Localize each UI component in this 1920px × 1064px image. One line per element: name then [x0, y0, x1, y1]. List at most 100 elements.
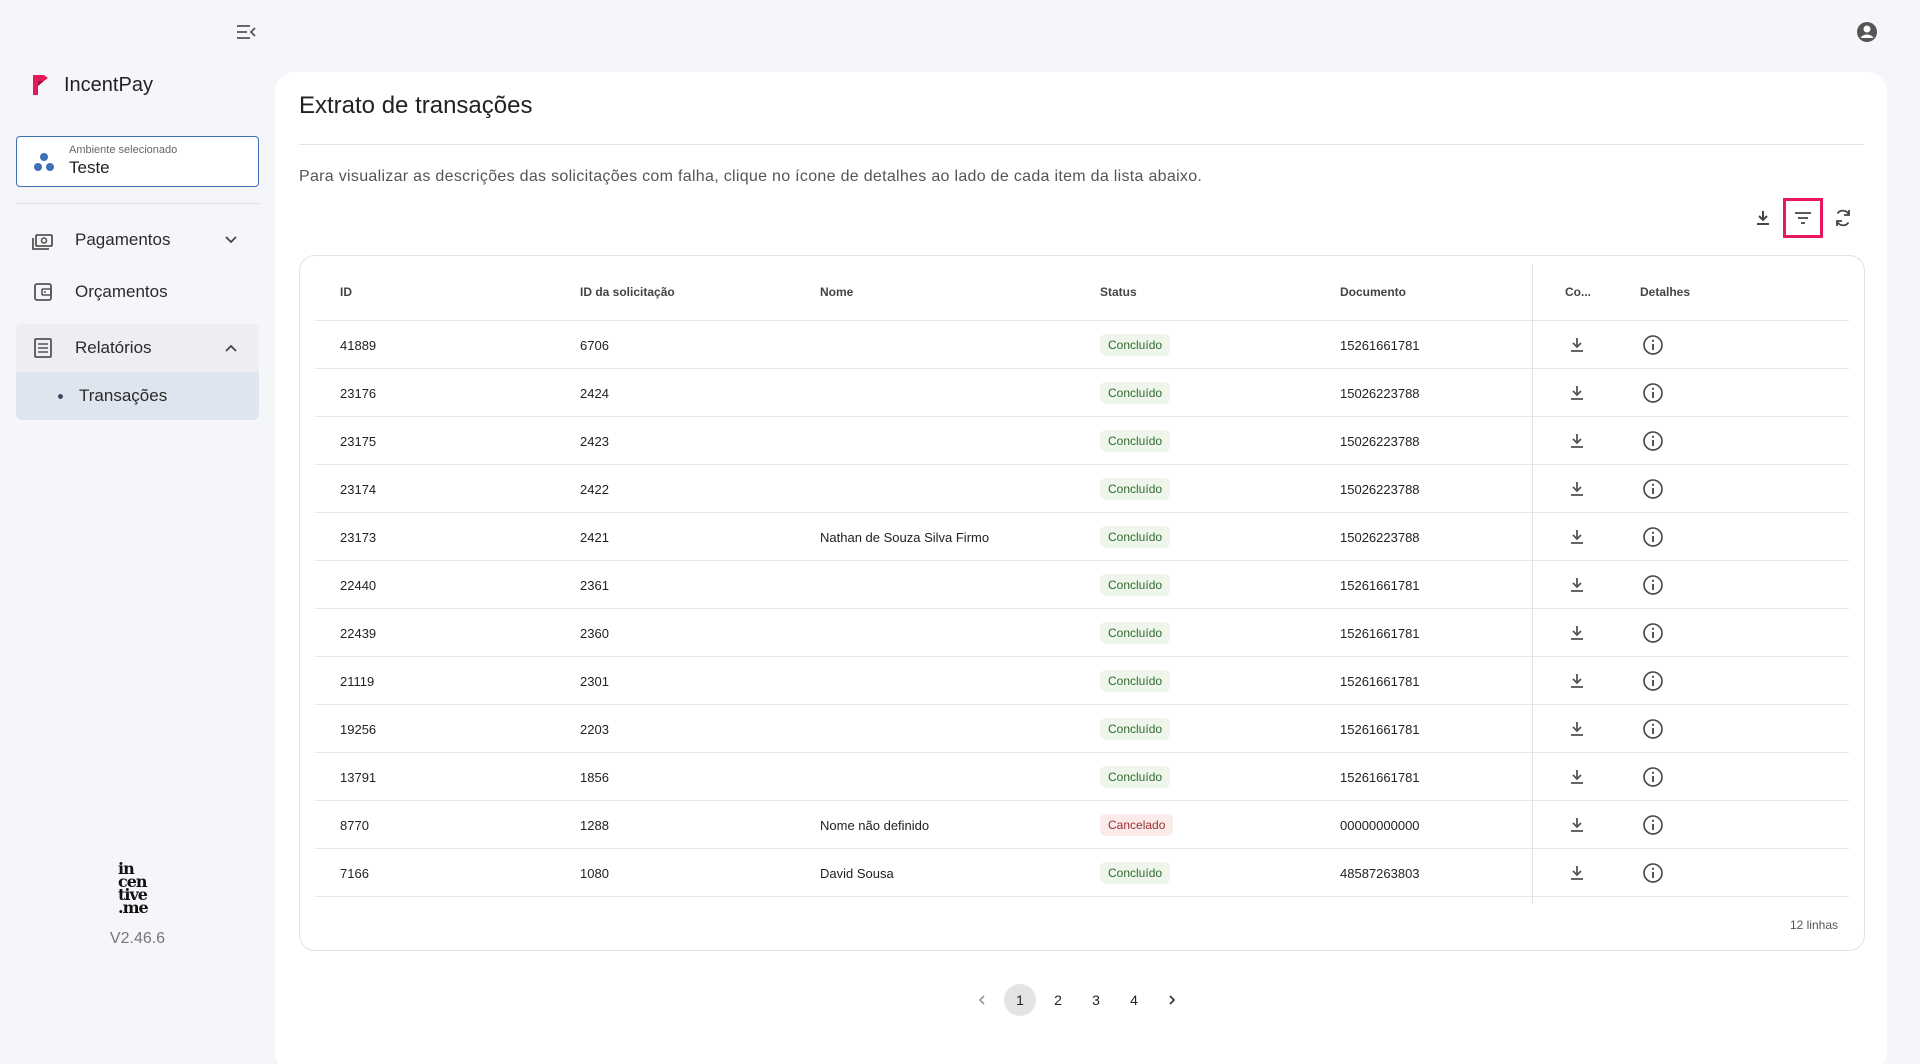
table-row[interactable]: 23176 2424 Concluído 15026223788: [315, 369, 1849, 417]
download-receipt-icon[interactable]: [1567, 623, 1591, 647]
cell-request-id: 2423: [580, 434, 609, 449]
row-count: 12 linhas: [1789, 918, 1838, 932]
download-receipt-icon[interactable]: [1567, 479, 1591, 503]
table-row[interactable]: 22439 2360 Concluído 15261661781: [315, 609, 1849, 657]
incentpay-logo-icon: [30, 72, 50, 98]
page-button-1[interactable]: 1: [1004, 984, 1036, 1016]
download-receipt-icon[interactable]: [1567, 671, 1591, 695]
download-receipt-icon[interactable]: [1567, 863, 1591, 887]
table-row[interactable]: 8770 1288 Nome não definido Cancelado 000000…: [315, 801, 1849, 849]
info-details-icon[interactable]: [1641, 429, 1665, 453]
chevron-right-icon: [1165, 993, 1179, 1007]
cell-document: 00000000000: [1340, 818, 1420, 833]
info-details-icon[interactable]: [1641, 333, 1665, 357]
cell-document: 15026223788: [1340, 482, 1420, 497]
cell-id: 13791: [340, 770, 377, 785]
cell-request-id: 2424: [580, 386, 609, 401]
status-badge: Concluído: [1100, 478, 1171, 500]
status-badge: Concluído: [1100, 382, 1171, 404]
cell-id: 22439: [340, 626, 377, 641]
sidebar-item-label: Relatórios: [75, 338, 152, 357]
prev-page-button[interactable]: [966, 984, 998, 1016]
info-details-icon[interactable]: [1641, 525, 1665, 549]
table-row[interactable]: 21119 2301 Concluído 15261661781: [315, 657, 1849, 705]
info-details-icon[interactable]: [1641, 477, 1665, 501]
table-row[interactable]: 19256 2203 Concluído 15261661781: [315, 705, 1849, 753]
collapse-menu-icon[interactable]: [234, 20, 258, 44]
cell-request-id: 2203: [580, 722, 609, 737]
filter-icon: [1792, 207, 1814, 229]
account-circle-icon[interactable]: [1855, 20, 1879, 44]
info-details-icon[interactable]: [1641, 813, 1665, 837]
header-request-id[interactable]: ID da solicitação: [580, 285, 675, 299]
table-header: ID ID da solicitação Nome Status Documen…: [315, 256, 1849, 321]
page-button-4[interactable]: 4: [1118, 984, 1150, 1016]
next-page-button[interactable]: [1156, 984, 1188, 1016]
download-receipt-icon[interactable]: [1567, 431, 1591, 455]
cell-document: 15026223788: [1340, 434, 1420, 449]
cell-document: 15261661781: [1340, 674, 1420, 689]
cell-id: 22440: [340, 578, 377, 593]
download-button[interactable]: [1743, 198, 1783, 238]
sidebar-item-orcamentos[interactable]: Orçamentos: [16, 268, 259, 316]
header-name[interactable]: Nome: [820, 285, 853, 299]
download-receipt-icon[interactable]: [1567, 719, 1591, 743]
download-receipt-icon[interactable]: [1567, 575, 1591, 599]
info-details-icon[interactable]: [1641, 717, 1665, 741]
transactions-table: ID ID da solicitação Nome Status Documen…: [299, 255, 1865, 951]
page-button-3[interactable]: 3: [1080, 984, 1112, 1016]
sidebar-item-transacoes[interactable]: Transações: [16, 372, 259, 420]
table-row[interactable]: 41889 6706 Concluído 15261661781: [315, 321, 1849, 369]
download-receipt-icon[interactable]: [1567, 383, 1591, 407]
info-details-icon[interactable]: [1641, 765, 1665, 789]
table-row[interactable]: 22440 2361 Concluído 15261661781: [315, 561, 1849, 609]
environment-selector[interactable]: Ambiente selecionado Teste: [16, 136, 259, 187]
header-comprovante[interactable]: Co...: [1565, 285, 1591, 299]
sidebar-item-relatorios[interactable]: Relatórios: [16, 324, 259, 372]
sidebar-divider: [16, 203, 259, 204]
download-receipt-icon[interactable]: [1567, 335, 1591, 359]
cell-name: Nathan de Souza Silva Firmo: [820, 530, 990, 545]
environment-icon: [33, 151, 55, 173]
table-row[interactable]: 23175 2423 Concluído 15026223788: [315, 417, 1849, 465]
chevron-left-icon: [975, 993, 989, 1007]
info-details-icon[interactable]: [1641, 573, 1665, 597]
header-status[interactable]: Status: [1100, 285, 1137, 299]
cell-request-id: 1288: [580, 818, 609, 833]
table-row[interactable]: 23173 2421 Nathan de Souza Silva Firmo Conc…: [315, 513, 1849, 561]
table-row[interactable]: 13791 1856 Concluído 15261661781: [315, 753, 1849, 801]
info-details-icon[interactable]: [1641, 381, 1665, 405]
page-button-2[interactable]: 2: [1042, 984, 1074, 1016]
sidebar-item-label: Transações: [79, 386, 168, 405]
status-badge: Concluído: [1100, 862, 1171, 884]
sidebar-item-pagamentos[interactable]: Pagamentos: [16, 216, 259, 264]
brand: IncentPay: [30, 72, 153, 98]
cell-request-id: 6706: [580, 338, 609, 353]
download-icon: [1753, 208, 1773, 228]
wallet-icon: [31, 280, 55, 304]
refresh-button[interactable]: [1823, 198, 1863, 238]
cell-request-id: 2361: [580, 578, 609, 593]
cell-request-id: 2421: [580, 530, 609, 545]
cell-name: David Sousa: [820, 866, 894, 881]
filter-button[interactable]: [1783, 198, 1823, 238]
info-details-icon[interactable]: [1641, 669, 1665, 693]
header-document[interactable]: Documento: [1340, 285, 1406, 299]
cell-document: 15026223788: [1340, 386, 1420, 401]
cell-request-id: 1856: [580, 770, 609, 785]
status-badge: Concluído: [1100, 574, 1171, 596]
table-row[interactable]: 23174 2422 Concluído 15026223788: [315, 465, 1849, 513]
table-row[interactable]: 7166 1080 David Sousa Concluído 48587263803: [315, 849, 1849, 897]
info-details-icon[interactable]: [1641, 861, 1665, 885]
info-details-icon[interactable]: [1641, 621, 1665, 645]
cell-document: 48587263803: [1340, 866, 1420, 881]
header-details[interactable]: Detalhes: [1640, 285, 1690, 299]
download-receipt-icon[interactable]: [1567, 767, 1591, 791]
sidebar-item-label: Pagamentos: [75, 230, 171, 249]
download-receipt-icon[interactable]: [1567, 527, 1591, 551]
sidebar: IncentPay Ambiente selecionado Teste Pag…: [0, 0, 275, 1064]
status-badge: Concluído: [1100, 526, 1171, 548]
header-id[interactable]: ID: [340, 285, 352, 299]
download-receipt-icon[interactable]: [1567, 815, 1591, 839]
status-badge: Cancelado: [1100, 814, 1174, 836]
